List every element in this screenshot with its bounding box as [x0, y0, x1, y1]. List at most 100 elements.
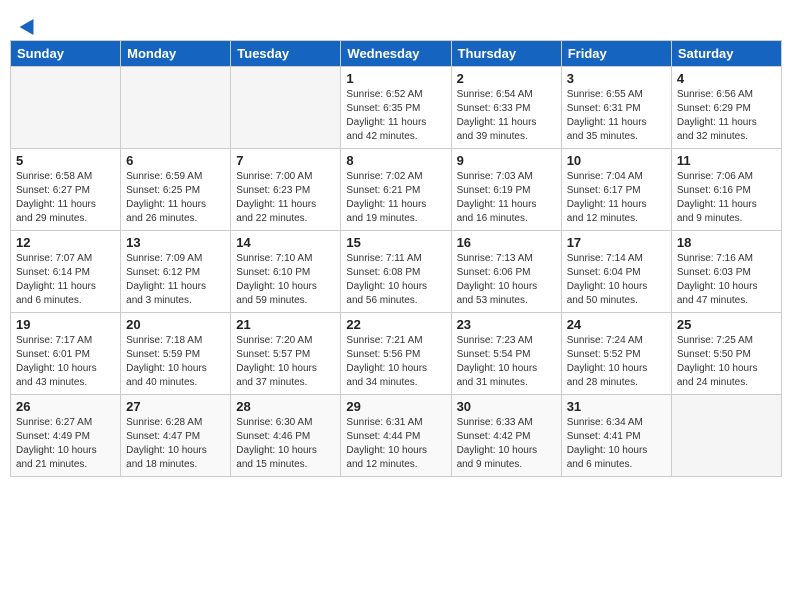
day-info: Sunrise: 6:55 AMSunset: 6:31 PMDaylight:… [567, 88, 666, 144]
column-header-friday: Friday [561, 41, 671, 67]
day-info: Sunrise: 6:52 AMSunset: 6:35 PMDaylight:… [346, 88, 445, 144]
calendar-cell: 23 Sunrise: 7:23 AMSunset: 5:54 PMDayligh… [451, 313, 561, 395]
day-info: Sunrise: 7:24 AMSunset: 5:52 PMDaylight:… [567, 334, 666, 390]
calendar-cell: 31 Sunrise: 6:34 AMSunset: 4:41 PMDayligh… [561, 395, 671, 477]
day-number: 16 [457, 235, 556, 250]
day-info: Sunrise: 7:03 AMSunset: 6:19 PMDaylight:… [457, 170, 556, 226]
day-number: 15 [346, 235, 445, 250]
page-header [10, 10, 782, 36]
day-number: 31 [567, 399, 666, 414]
day-info: Sunrise: 7:21 AMSunset: 5:56 PMDaylight:… [346, 334, 445, 390]
calendar-cell: 25Sunrise: 7:25 AMSunset: 5:50 PMDayligh… [671, 313, 781, 395]
column-header-thursday: Thursday [451, 41, 561, 67]
day-info: Sunrise: 6:30 AMSunset: 4:46 PMDaylight:… [236, 416, 335, 472]
day-info: Sunrise: 7:06 AMSunset: 6:16 PMDaylight:… [677, 170, 776, 226]
day-number: 29 [346, 399, 445, 414]
calendar-cell: 12 Sunrise: 7:07 AMSunset: 6:14 PMDayligh… [11, 231, 121, 313]
day-info: Sunrise: 6:28 AMSunset: 4:47 PMDaylight:… [126, 416, 225, 472]
day-info: Sunrise: 7:02 AMSunset: 6:21 PMDaylight:… [346, 170, 445, 226]
day-info: Sunrise: 6:31 AMSunset: 4:44 PMDaylight:… [346, 416, 445, 472]
day-info: Sunrise: 6:58 AMSunset: 6:27 PMDaylight:… [16, 170, 115, 226]
day-info: Sunrise: 7:11 AMSunset: 6:08 PMDaylight:… [346, 252, 445, 308]
day-number: 28 [236, 399, 335, 414]
day-number: 25 [677, 317, 776, 332]
calendar-cell [671, 395, 781, 477]
day-number: 13 [126, 235, 225, 250]
day-number: 4 [677, 71, 776, 86]
column-header-tuesday: Tuesday [231, 41, 341, 67]
day-number: 30 [457, 399, 556, 414]
day-number: 9 [457, 153, 556, 168]
calendar-cell: 8 Sunrise: 7:02 AMSunset: 6:21 PMDaylight… [341, 149, 451, 231]
logo [20, 18, 38, 32]
day-info: Sunrise: 7:10 AMSunset: 6:10 PMDaylight:… [236, 252, 335, 308]
calendar-cell: 29 Sunrise: 6:31 AMSunset: 4:44 PMDayligh… [341, 395, 451, 477]
day-number: 12 [16, 235, 115, 250]
day-number: 5 [16, 153, 115, 168]
calendar-cell: 22 Sunrise: 7:21 AMSunset: 5:56 PMDayligh… [341, 313, 451, 395]
calendar-cell: 2Sunrise: 6:54 AMSunset: 6:33 PMDaylight… [451, 67, 561, 149]
calendar-cell: 15 Sunrise: 7:11 AMSunset: 6:08 PMDayligh… [341, 231, 451, 313]
calendar-cell: 4 Sunrise: 6:56 AMSunset: 6:29 PMDaylight… [671, 67, 781, 149]
day-number: 1 [346, 71, 445, 86]
calendar-week-row: 1 Sunrise: 6:52 AMSunset: 6:35 PMDaylight… [11, 67, 782, 149]
day-number: 19 [16, 317, 115, 332]
column-header-monday: Monday [121, 41, 231, 67]
calendar-header-row: SundayMondayTuesdayWednesdayThursdayFrid… [11, 41, 782, 67]
calendar-cell [231, 67, 341, 149]
logo-bird-icon [20, 15, 41, 35]
calendar-cell: 18Sunrise: 7:16 AMSunset: 6:03 PMDayligh… [671, 231, 781, 313]
calendar-cell: 21 Sunrise: 7:20 AMSunset: 5:57 PMDayligh… [231, 313, 341, 395]
day-info: Sunrise: 6:33 AMSunset: 4:42 PMDaylight:… [457, 416, 556, 472]
day-info: Sunrise: 7:18 AMSunset: 5:59 PMDaylight:… [126, 334, 225, 390]
calendar-cell: 13 Sunrise: 7:09 AMSunset: 6:12 PMDayligh… [121, 231, 231, 313]
calendar-cell: 10 Sunrise: 7:04 AMSunset: 6:17 PMDayligh… [561, 149, 671, 231]
column-header-sunday: Sunday [11, 41, 121, 67]
day-info: Sunrise: 7:20 AMSunset: 5:57 PMDaylight:… [236, 334, 335, 390]
day-info: Sunrise: 7:13 AMSunset: 6:06 PMDaylight:… [457, 252, 556, 308]
day-info: Sunrise: 6:56 AMSunset: 6:29 PMDaylight:… [677, 88, 776, 144]
day-number: 6 [126, 153, 225, 168]
day-info: Sunrise: 7:09 AMSunset: 6:12 PMDaylight:… [126, 252, 225, 308]
calendar-cell [121, 67, 231, 149]
calendar-week-row: 12 Sunrise: 7:07 AMSunset: 6:14 PMDayligh… [11, 231, 782, 313]
calendar-cell: 7 Sunrise: 7:00 AMSunset: 6:23 PMDaylight… [231, 149, 341, 231]
calendar-cell: 20 Sunrise: 7:18 AMSunset: 5:59 PMDayligh… [121, 313, 231, 395]
day-info: Sunrise: 6:34 AMSunset: 4:41 PMDaylight:… [567, 416, 666, 472]
calendar-cell: 11Sunrise: 7:06 AMSunset: 6:16 PMDayligh… [671, 149, 781, 231]
calendar-cell: 19 Sunrise: 7:17 AMSunset: 6:01 PMDayligh… [11, 313, 121, 395]
calendar-week-row: 19 Sunrise: 7:17 AMSunset: 6:01 PMDayligh… [11, 313, 782, 395]
day-number: 7 [236, 153, 335, 168]
day-info: Sunrise: 7:04 AMSunset: 6:17 PMDaylight:… [567, 170, 666, 226]
calendar-cell: 27 Sunrise: 6:28 AMSunset: 4:47 PMDayligh… [121, 395, 231, 477]
calendar-cell: 28 Sunrise: 6:30 AMSunset: 4:46 PMDayligh… [231, 395, 341, 477]
calendar-cell: 24 Sunrise: 7:24 AMSunset: 5:52 PMDayligh… [561, 313, 671, 395]
calendar-cell: 3Sunrise: 6:55 AMSunset: 6:31 PMDaylight… [561, 67, 671, 149]
day-number: 21 [236, 317, 335, 332]
day-number: 22 [346, 317, 445, 332]
day-info: Sunrise: 6:59 AMSunset: 6:25 PMDaylight:… [126, 170, 225, 226]
calendar-table: SundayMondayTuesdayWednesdayThursdayFrid… [10, 40, 782, 477]
day-number: 10 [567, 153, 666, 168]
day-info: Sunrise: 6:27 AMSunset: 4:49 PMDaylight:… [16, 416, 115, 472]
day-info: Sunrise: 7:00 AMSunset: 6:23 PMDaylight:… [236, 170, 335, 226]
day-info: Sunrise: 7:17 AMSunset: 6:01 PMDaylight:… [16, 334, 115, 390]
day-number: 26 [16, 399, 115, 414]
calendar-cell: 14 Sunrise: 7:10 AMSunset: 6:10 PMDayligh… [231, 231, 341, 313]
day-info: Sunrise: 7:14 AMSunset: 6:04 PMDaylight:… [567, 252, 666, 308]
day-number: 20 [126, 317, 225, 332]
day-number: 8 [346, 153, 445, 168]
day-number: 14 [236, 235, 335, 250]
day-number: 24 [567, 317, 666, 332]
calendar-cell [11, 67, 121, 149]
day-info: Sunrise: 7:16 AMSunset: 6:03 PMDaylight:… [677, 252, 776, 308]
day-number: 23 [457, 317, 556, 332]
day-number: 27 [126, 399, 225, 414]
calendar-cell: 9 Sunrise: 7:03 AMSunset: 6:19 PMDaylight… [451, 149, 561, 231]
calendar-cell: 16 Sunrise: 7:13 AMSunset: 6:06 PMDayligh… [451, 231, 561, 313]
day-number: 17 [567, 235, 666, 250]
calendar-week-row: 26 Sunrise: 6:27 AMSunset: 4:49 PMDayligh… [11, 395, 782, 477]
day-info: Sunrise: 7:23 AMSunset: 5:54 PMDaylight:… [457, 334, 556, 390]
day-info: Sunrise: 7:07 AMSunset: 6:14 PMDaylight:… [16, 252, 115, 308]
calendar-cell: 6 Sunrise: 6:59 AMSunset: 6:25 PMDaylight… [121, 149, 231, 231]
